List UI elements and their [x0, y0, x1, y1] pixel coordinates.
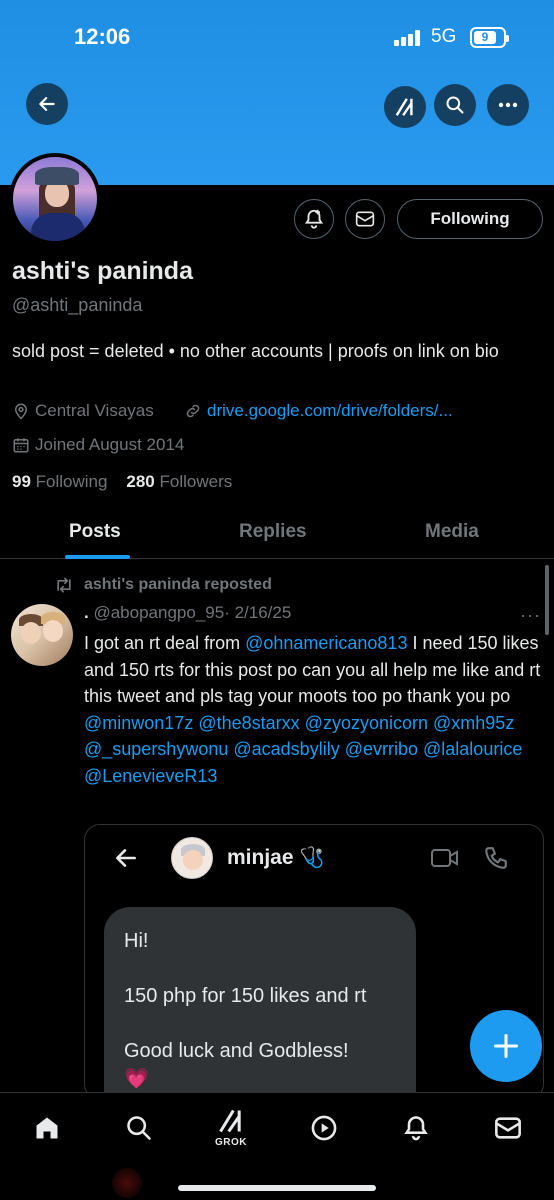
nav-home[interactable]	[27, 1108, 67, 1148]
active-tab-indicator	[65, 555, 130, 559]
followers-label: Followers	[159, 472, 233, 491]
location-row: Central Visayas	[12, 401, 154, 421]
chat-avatar	[171, 837, 213, 879]
nav-notifications[interactable]	[396, 1108, 436, 1148]
status-bar: 12:06 5G 9	[0, 22, 554, 54]
repost-icon	[57, 577, 71, 593]
nav-messages[interactable]	[488, 1108, 528, 1148]
following-button[interactable]: Following	[397, 199, 543, 239]
chat-contact: minjae 🩺	[227, 845, 324, 870]
mention-link[interactable]: @xmh95z	[433, 713, 514, 733]
video-call-icon	[431, 849, 458, 867]
network-label: 5G	[431, 26, 457, 47]
followers-stat[interactable]: 280 Followers	[126, 472, 232, 491]
post-author-handle[interactable]: @abopangpo_95	[93, 603, 224, 622]
grok-button[interactable]	[384, 86, 426, 128]
message-line: 150 php for 150 likes and rt	[124, 985, 367, 1007]
following-label: Following	[35, 472, 108, 491]
mention-link[interactable]: @acadsbylily	[233, 739, 339, 759]
bell-icon	[404, 1116, 428, 1141]
mention-link[interactable]: @LenevieveR13	[84, 766, 217, 786]
tab-replies[interactable]: Replies	[239, 521, 307, 543]
more-options-button[interactable]	[487, 84, 529, 126]
bottom-navigation: GROK	[0, 1092, 554, 1200]
compose-button[interactable]	[470, 1010, 542, 1082]
message-line: Good luck and Godbless!	[124, 1040, 349, 1062]
plus-icon	[493, 1033, 519, 1059]
followers-count: 280	[126, 472, 155, 491]
calendar-icon	[13, 438, 29, 453]
more-icon	[498, 102, 518, 108]
grok-icon	[219, 1109, 241, 1133]
home-indicator[interactable]	[178, 1185, 376, 1191]
scrollbar[interactable]	[545, 565, 549, 635]
nav-search[interactable]	[119, 1108, 159, 1148]
nav-video[interactable]	[304, 1108, 344, 1148]
envelope-icon	[495, 1117, 521, 1139]
search-icon	[127, 1116, 151, 1140]
joined-text: Joined August 2014	[35, 435, 185, 454]
following-stat[interactable]: 99 Following	[12, 472, 107, 491]
play-circle-icon	[311, 1115, 337, 1141]
repost-indicator: ashti's paninda reposted	[54, 576, 272, 594]
message-button[interactable]	[345, 199, 385, 239]
profile-bio: sold post = deleted • no other accounts …	[12, 341, 499, 361]
search-icon	[446, 96, 464, 114]
arrow-left-icon	[116, 849, 136, 867]
post-date: · 2/16/25	[224, 603, 292, 622]
mention-link[interactable]: @ohnamericano813	[245, 633, 407, 653]
grok-label: GROK	[215, 1137, 247, 1148]
mention-link[interactable]: @minwon17z	[84, 713, 193, 733]
joined-row: Joined August 2014	[12, 435, 184, 455]
mention-link[interactable]: @zyozyonicorn	[305, 713, 428, 733]
profile-avatar[interactable]	[9, 153, 101, 245]
mention-link[interactable]: @lalalourice	[423, 739, 522, 759]
message-line: Hi!	[124, 930, 149, 952]
notifications-button[interactable]	[294, 199, 334, 239]
post-header: . @abopangpo_95· 2/16/25	[84, 603, 291, 623]
grok-icon	[395, 98, 413, 116]
profile-handle: @ashti_paninda	[12, 295, 143, 315]
location-text: Central Visayas	[35, 401, 154, 420]
battery-icon: 9	[470, 27, 509, 48]
battery-level: 9	[474, 31, 496, 44]
post-author-avatar[interactable]	[11, 604, 73, 666]
status-time: 12:06	[74, 24, 131, 49]
location-pin-icon	[14, 403, 28, 420]
message-line: 💗	[124, 1068, 149, 1090]
link-row[interactable]: drive.google.com/drive/folders/...	[184, 401, 453, 421]
post-text: I got an rt deal from @ohnamericano813 I…	[84, 630, 544, 789]
following-count: 99	[12, 472, 31, 491]
chat-contact-name: minjae	[227, 845, 294, 869]
profile-name: ashti's paninda	[12, 257, 193, 285]
bell-plus-icon	[304, 209, 324, 229]
post-text-part: I got an rt deal from	[84, 633, 246, 653]
tab-posts[interactable]: Posts	[69, 521, 121, 543]
chat-message-bubble: Hi! 150 php for 150 likes and rt Good lu…	[104, 907, 416, 1099]
repost-label: ashti's paninda reposted	[84, 576, 272, 593]
link-icon	[186, 404, 200, 418]
nav-grok[interactable]	[211, 1101, 251, 1141]
post-author-name[interactable]: .	[84, 603, 89, 622]
tab-media[interactable]: Media	[425, 521, 479, 543]
phone-icon	[485, 847, 507, 869]
signal-icon	[394, 30, 420, 46]
mention-link[interactable]: @the8starxx	[198, 713, 299, 733]
envelope-icon	[355, 211, 375, 227]
search-button[interactable]	[434, 84, 476, 126]
mention-link[interactable]: @_supershywonu	[84, 739, 228, 759]
profile-tabs: Posts Replies Media	[0, 509, 554, 559]
back-button[interactable]	[26, 83, 68, 125]
follow-stats: 99 Following 280 Followers	[12, 472, 232, 492]
arrow-left-icon	[39, 97, 55, 111]
mention-link[interactable]: @evrribo	[345, 739, 418, 759]
post-more-button[interactable]: ···	[520, 605, 541, 626]
home-icon	[36, 1117, 58, 1139]
chat-contact-emoji: 🩺	[299, 847, 325, 869]
profile-link[interactable]: drive.google.com/drive/folders/...	[207, 401, 453, 421]
background-glow	[112, 1168, 142, 1198]
